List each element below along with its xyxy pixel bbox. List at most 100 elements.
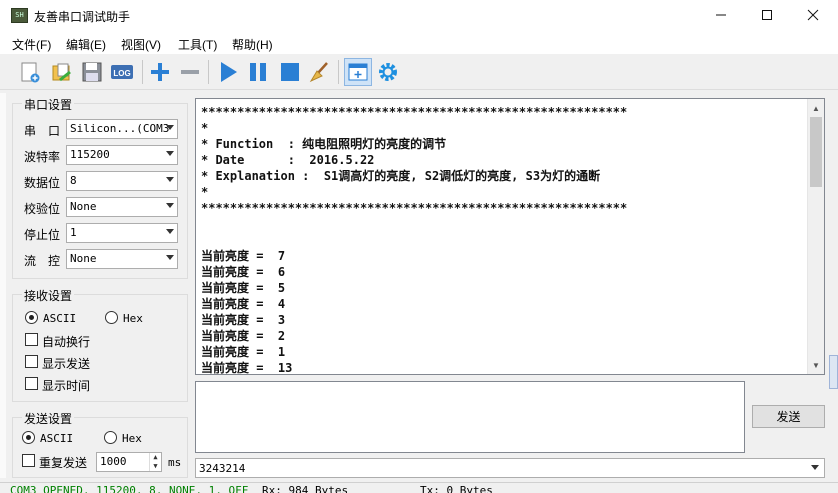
stop-bits-value: 1 (70, 226, 77, 239)
data-bits-select[interactable]: 8 (66, 171, 178, 191)
chevron-down-icon (166, 229, 174, 234)
data-bits-label: 数据位 (24, 176, 61, 190)
stop-button[interactable] (276, 58, 304, 86)
scroll-down-icon[interactable]: ▼ (812, 361, 820, 370)
minimize-icon (716, 14, 726, 16)
stop-bits-label: 停止位 (24, 228, 61, 242)
settings-button[interactable] (374, 58, 402, 86)
pause-icon (250, 63, 266, 81)
receive-line: * Function : 纯电阻照明灯的亮度的调节 (201, 137, 447, 151)
receive-settings-label: 接收设置 (22, 287, 75, 304)
maximize-button[interactable] (744, 0, 790, 30)
parity-select[interactable]: None (66, 197, 178, 217)
menu-view[interactable]: 视图(V) (121, 36, 161, 53)
receive-hex-label: Hex (123, 312, 143, 325)
minimize-button[interactable] (698, 0, 744, 30)
close-icon (807, 9, 819, 21)
receive-line: 当前亮度 = 4 (201, 297, 286, 311)
port-status: COM3 OPENED, 115200, 8, NONE, 1, OFF (10, 484, 249, 493)
receive-line: ****************************************… (201, 201, 628, 215)
send-history-select[interactable]: 3243214 (195, 458, 825, 478)
new-file-button[interactable] (16, 58, 44, 86)
send-hex-radio[interactable] (104, 431, 117, 444)
save-button[interactable] (78, 58, 106, 86)
receive-line: * Explanation : S1调高灯的亮度, S2调低灯的亮度, S3为灯… (201, 169, 601, 183)
receive-line: * (201, 121, 209, 135)
open-button[interactable] (48, 58, 76, 86)
receive-content: ****************************************… (201, 104, 807, 374)
receive-line: * (201, 185, 209, 199)
receive-ascii-radio[interactable] (25, 311, 38, 324)
chevron-down-icon (166, 203, 174, 208)
play-icon (221, 62, 237, 82)
remove-button[interactable] (176, 58, 204, 86)
baud-rate-select[interactable]: 115200 (66, 145, 178, 165)
show-time-checkbox[interactable] (25, 377, 38, 390)
rx-count: Rx: 984 Bytes (262, 484, 349, 493)
send-ascii-label: ASCII (40, 432, 74, 445)
chevron-down-icon (166, 255, 174, 260)
receive-line: 当前亮度 = 2 (201, 329, 286, 343)
log-button[interactable]: LOG (108, 58, 136, 86)
receive-line: 当前亮度 = 5 (201, 281, 286, 295)
receive-line: * Date : 2016.5.22 (201, 153, 375, 167)
add-window-button[interactable] (344, 58, 372, 86)
app-logo-icon: SH (11, 8, 28, 23)
repeat-send-checkbox[interactable] (22, 454, 35, 467)
interval-unit-label: ms (168, 456, 182, 469)
scroll-up-icon[interactable]: ▲ (812, 104, 820, 113)
receive-line: 当前亮度 = 1 (201, 345, 286, 359)
interval-value: 1000 (100, 455, 127, 468)
receive-hex-radio[interactable] (105, 311, 118, 324)
log-icon: LOG (111, 65, 133, 79)
auto-wrap-label: 自动换行 (42, 335, 91, 349)
receive-textarea[interactable]: ****************************************… (195, 98, 825, 375)
show-send-checkbox[interactable] (25, 355, 38, 368)
port-label: 串 口 (24, 124, 61, 138)
close-button[interactable] (790, 0, 836, 30)
settings-gear-icon (379, 63, 397, 81)
tx-count: Tx: 0 Bytes (420, 484, 493, 493)
send-history-value: 3243214 (199, 462, 246, 475)
chevron-down-icon (811, 465, 819, 470)
add-button[interactable] (146, 58, 174, 86)
receive-ascii-label: ASCII (43, 312, 77, 325)
parity-label: 校验位 (24, 202, 61, 216)
menu-edit[interactable]: 编辑(E) (66, 36, 106, 53)
flow-control-select[interactable]: None (66, 249, 178, 269)
interval-spinbox[interactable]: 1000 ▲ ▼ (96, 452, 162, 472)
menu-file[interactable]: 文件(F) (12, 36, 51, 53)
menu-help[interactable]: 帮助(H) (232, 36, 273, 53)
menu-bar: 文件(F) 编辑(E) 视图(V) 工具(T) 帮助(H) (0, 32, 838, 54)
broom-clear-icon (309, 62, 328, 83)
chevron-down-icon (166, 177, 174, 182)
start-button[interactable] (214, 58, 242, 86)
clear-button[interactable] (306, 58, 334, 86)
send-button[interactable]: 发送 (752, 405, 825, 428)
auto-wrap-checkbox[interactable] (25, 333, 38, 346)
scrollbar-thumb[interactable] (810, 117, 822, 187)
receive-line: 当前亮度 = 6 (201, 265, 286, 279)
status-bar: COM3 OPENED, 115200, 8, NONE, 1, OFF Rx:… (0, 482, 838, 493)
receive-line: ****************************************… (201, 105, 628, 119)
port-select[interactable]: Silicon...(COM3 (66, 119, 178, 139)
new-file-icon (21, 62, 40, 83)
toolbar-separator (208, 60, 209, 84)
maximize-icon (762, 10, 772, 20)
pause-button[interactable] (244, 58, 272, 86)
send-ascii-radio[interactable] (22, 431, 35, 444)
port-value: Silicon...(COM3 (70, 122, 170, 135)
stop-bits-select[interactable]: 1 (66, 223, 178, 243)
send-settings-label: 发送设置 (22, 410, 75, 427)
chevron-down-icon (166, 125, 174, 130)
menu-tools[interactable]: 工具(T) (178, 36, 217, 53)
spin-arrows-icon[interactable]: ▲ ▼ (149, 453, 161, 471)
toolbar-separator (142, 60, 143, 84)
vertical-scrollbar[interactable]: ▲ ▼ (807, 99, 824, 374)
show-send-label: 显示发送 (42, 357, 91, 371)
data-bits-value: 8 (70, 174, 77, 187)
chevron-down-icon (166, 151, 174, 156)
send-textarea[interactable] (195, 381, 745, 453)
left-edge-strip (0, 93, 6, 478)
receive-line (201, 216, 807, 232)
